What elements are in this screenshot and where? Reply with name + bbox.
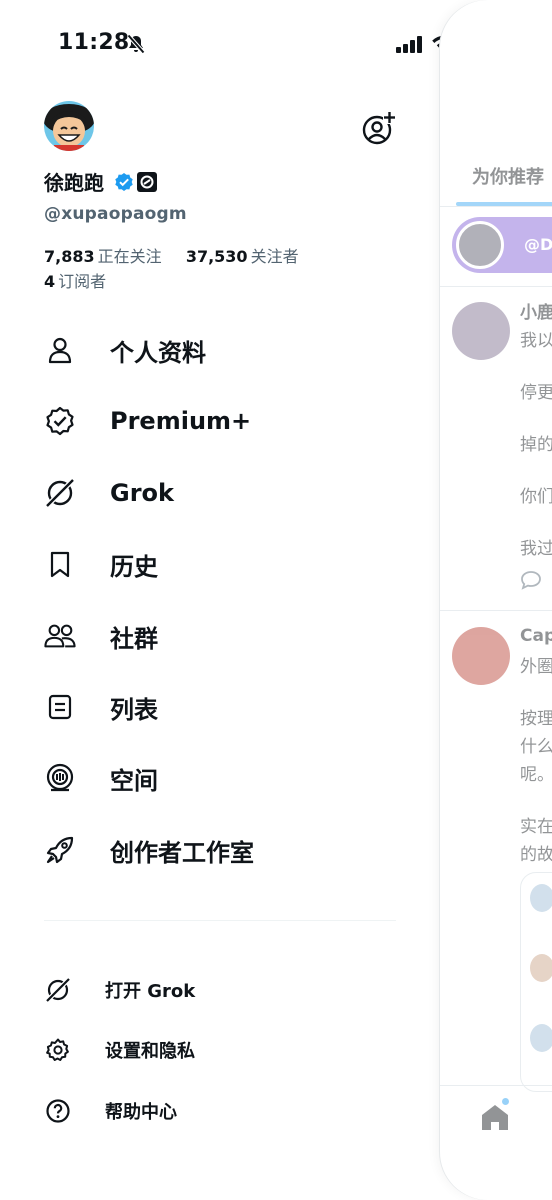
menu-item-spaces[interactable]: 空间 <box>44 754 374 802</box>
cellular-signal-icon <box>396 36 422 53</box>
menu-item-premium[interactable]: Premium+ <box>44 397 374 445</box>
tab-border <box>440 206 552 207</box>
person-icon <box>44 334 76 366</box>
banner-text: @D <box>524 235 552 254</box>
follow-stats: 7,883 正在关注 37,530 关注者 <box>44 243 299 267</box>
subscribers-link[interactable]: 4 订阅者 <box>44 268 106 292</box>
post-text-line: 停更 <box>520 383 552 403</box>
post-text-line: 我过 <box>520 539 552 559</box>
mini-avatar <box>528 1022 552 1054</box>
menu-label: Grok <box>110 479 174 507</box>
mini-avatar <box>528 882 552 914</box>
post-text-line: 实在 <box>520 817 552 837</box>
post-text-line: 呢。 <box>520 765 552 785</box>
post-text-line: 按理 <box>520 709 552 729</box>
following-link[interactable]: 7,883 正在关注 <box>44 247 162 266</box>
notification-dot <box>502 1098 509 1105</box>
feed-separator <box>440 286 552 287</box>
menu-label: Premium+ <box>110 407 252 435</box>
menu-label: 设置和隐私 <box>105 1041 195 1062</box>
grok-icon <box>44 477 76 509</box>
menu-item-communities[interactable]: 社群 <box>44 612 374 660</box>
feed-separator <box>440 610 552 611</box>
status-time: 11:28 <box>58 30 130 55</box>
background-feed[interactable]: 为你推荐 @D 小鹿 我以 停更 掉的 你们 我过 Cap 外圈 按理 什么 呢… <box>440 0 552 1200</box>
gear-icon <box>44 1036 72 1064</box>
menu-label: 空间 <box>110 766 158 795</box>
premium-badge-icon <box>44 405 76 437</box>
banner-avatar <box>456 221 504 269</box>
menu-label: 社群 <box>110 624 158 653</box>
menu-item-help-center[interactable]: 帮助中心 <box>44 1093 344 1129</box>
communities-icon <box>44 620 76 652</box>
menu-label: 帮助中心 <box>105 1102 177 1123</box>
post-text-line: 的故 <box>520 845 552 865</box>
post-author[interactable]: 小鹿 <box>520 298 552 323</box>
menu-label: 打开 Grok <box>105 981 196 1002</box>
menu-label: 历史 <box>110 552 158 581</box>
app-screen: 11:28 63 <box>0 0 552 1200</box>
post-avatar[interactable] <box>452 302 510 360</box>
followers-link[interactable]: 37,530 关注者 <box>186 247 299 266</box>
menu-item-grok[interactable]: Grok <box>44 469 374 517</box>
post-text-line: 我以 <box>520 331 552 351</box>
menu-label: 个人资料 <box>110 338 206 367</box>
add-account-icon[interactable] <box>360 110 396 146</box>
mini-avatar <box>528 952 552 984</box>
menu-item-open-grok[interactable]: 打开 Grok <box>44 972 344 1008</box>
bell-muted-icon <box>127 34 145 54</box>
menu-item-history[interactable]: 历史 <box>44 540 374 588</box>
menu-divider <box>44 920 396 921</box>
rocket-icon <box>44 834 76 866</box>
spaces-icon <box>44 762 76 794</box>
menu-item-profile[interactable]: 个人资料 <box>44 326 374 374</box>
display-name[interactable]: 徐跑跑 <box>44 167 104 196</box>
menu-item-creator-studio[interactable]: 创作者工作室 <box>44 826 374 874</box>
tab-for-you[interactable]: 为你推荐 <box>472 163 544 189</box>
avatar[interactable] <box>44 101 94 151</box>
verified-badge-icon <box>115 173 133 191</box>
home-icon[interactable] <box>480 1102 510 1132</box>
bookmark-icon <box>44 548 76 580</box>
tab-bar-border <box>440 1085 552 1086</box>
post-text-line: 你们 <box>520 487 552 507</box>
affiliate-badge-icon <box>137 172 157 192</box>
menu-label: 列表 <box>110 695 158 724</box>
post-author[interactable]: Cap <box>520 626 552 646</box>
grok-icon <box>44 976 72 1004</box>
post-text-line: 掉的 <box>520 435 552 455</box>
menu-item-settings[interactable]: 设置和隐私 <box>44 1032 344 1068</box>
help-icon <box>44 1097 72 1125</box>
reply-icon[interactable] <box>520 570 542 590</box>
post-avatar[interactable] <box>452 627 510 685</box>
menu-label: 创作者工作室 <box>110 838 254 867</box>
menu-item-lists[interactable]: 列表 <box>44 683 374 731</box>
post-text-line: 外圈 <box>520 657 552 677</box>
post-text-line: 什么 <box>520 737 552 757</box>
user-handle[interactable]: @xupaopaogm <box>44 204 187 224</box>
list-icon <box>44 691 76 723</box>
